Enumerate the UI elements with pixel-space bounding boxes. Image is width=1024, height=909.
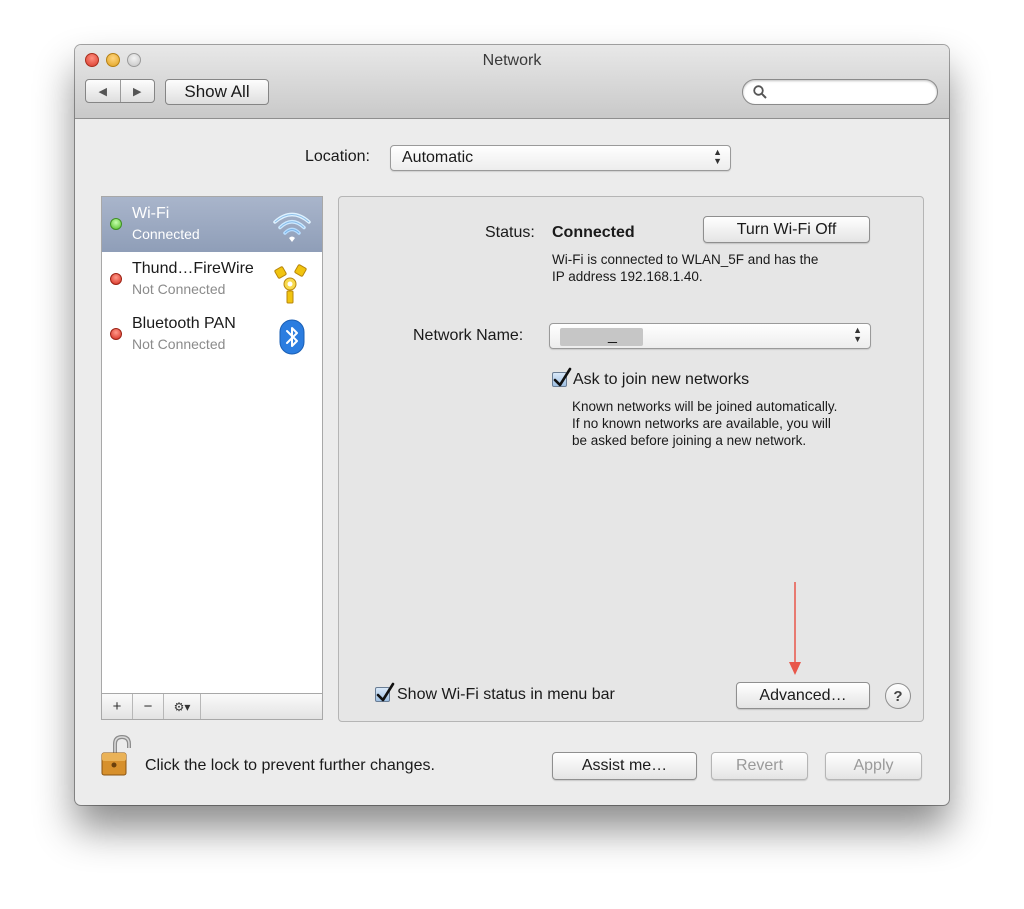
checkmark-icon [553, 367, 572, 387]
status-description-line1: Wi-Fi is connected to WLAN_5F and has th… [552, 252, 819, 267]
service-name: Thund…FireWire [132, 260, 254, 277]
service-list-toolbar: + − ⚙▾ [101, 693, 323, 720]
show-all-button[interactable]: Show All [165, 79, 269, 105]
add-service-button[interactable]: + [102, 694, 133, 719]
network-name-popup[interactable]: _ ▲ ▼ [549, 323, 871, 349]
service-item-bluetooth-pan[interactable]: Bluetooth PAN Not Connected [102, 307, 322, 362]
location-popup[interactable]: Automatic ▲ ▼ [390, 145, 731, 171]
location-label: Location: [305, 148, 370, 165]
ask-join-checkbox[interactable] [552, 367, 572, 387]
search-input[interactable] [771, 83, 935, 103]
service-item-wifi[interactable]: Wi-Fi Connected [102, 197, 322, 252]
window-title: Network [482, 52, 542, 69]
show-wifi-status-checkbox[interactable] [375, 682, 395, 702]
search-field[interactable] [742, 79, 938, 105]
redacted-network-name [560, 328, 643, 346]
service-status: Not Connected [132, 281, 226, 297]
status-dot-icon [110, 218, 122, 230]
ask-join-help-line2: If no known networks are available, you … [572, 416, 831, 431]
turn-wifi-off-button[interactable]: Turn Wi-Fi Off [703, 216, 870, 243]
status-dot-icon [110, 273, 122, 285]
service-name: Bluetooth PAN [132, 315, 236, 332]
location-value: Automatic [402, 149, 474, 166]
search-icon [753, 85, 767, 99]
network-preferences-window: Network ◀ ▶ Show All Location: Automatic… [75, 45, 949, 805]
help-button[interactable]: ? [885, 683, 911, 709]
service-item-thunderbolt-firewire[interactable]: Thund…FireWire Not Connected [102, 252, 322, 307]
lock-icon[interactable] [100, 735, 134, 779]
advanced-button[interactable]: Advanced… [736, 682, 870, 709]
back-forward-control: ◀ ▶ [85, 79, 155, 103]
checkmark-icon [376, 682, 395, 702]
bluetooth-icon [279, 319, 305, 355]
lock-message: Click the lock to prevent further change… [145, 757, 435, 774]
annotation-arrow-icon [789, 582, 801, 675]
network-name-value: _ [608, 327, 617, 344]
titlebar: Network ◀ ▶ Show All [75, 45, 949, 119]
remove-service-button[interactable]: − [133, 694, 164, 719]
status-label: Status: [485, 224, 535, 241]
forward-arrow-icon[interactable]: ▶ [119, 80, 155, 102]
detail-panel: Status: Connected Turn Wi-Fi Off Wi-Fi i… [338, 196, 924, 722]
ask-join-label[interactable]: Ask to join new networks [573, 371, 749, 389]
assist-me-button[interactable]: Assist me… [552, 752, 697, 780]
wifi-icon [273, 212, 311, 242]
status-description-line2: IP address 192.168.1.40. [552, 269, 703, 284]
revert-button[interactable]: Revert [711, 752, 808, 780]
popup-arrows-icon: ▲ ▼ [713, 147, 722, 166]
network-name-label: Network Name: [413, 327, 524, 344]
service-status: Connected [132, 226, 200, 242]
ask-join-help-line3: be asked before joining a new network. [572, 433, 807, 448]
ask-join-help-line1: Known networks will be joined automatica… [572, 399, 838, 414]
service-status: Not Connected [132, 336, 226, 352]
apply-button[interactable]: Apply [825, 752, 922, 780]
back-arrow-icon[interactable]: ◀ [86, 80, 120, 102]
status-dot-icon [110, 328, 122, 340]
firewire-icon [274, 264, 307, 304]
action-menu-button[interactable]: ⚙▾ [164, 694, 201, 719]
status-value: Connected [552, 224, 635, 241]
show-wifi-status-label[interactable]: Show Wi-Fi status in menu bar [397, 686, 615, 704]
service-list: Wi-Fi Connected Thund…FireWire Not Conne… [101, 196, 323, 720]
popup-arrows-icon: ▲ ▼ [853, 325, 862, 344]
service-name: Wi-Fi [132, 205, 170, 222]
toolbar-spacer [201, 694, 322, 719]
